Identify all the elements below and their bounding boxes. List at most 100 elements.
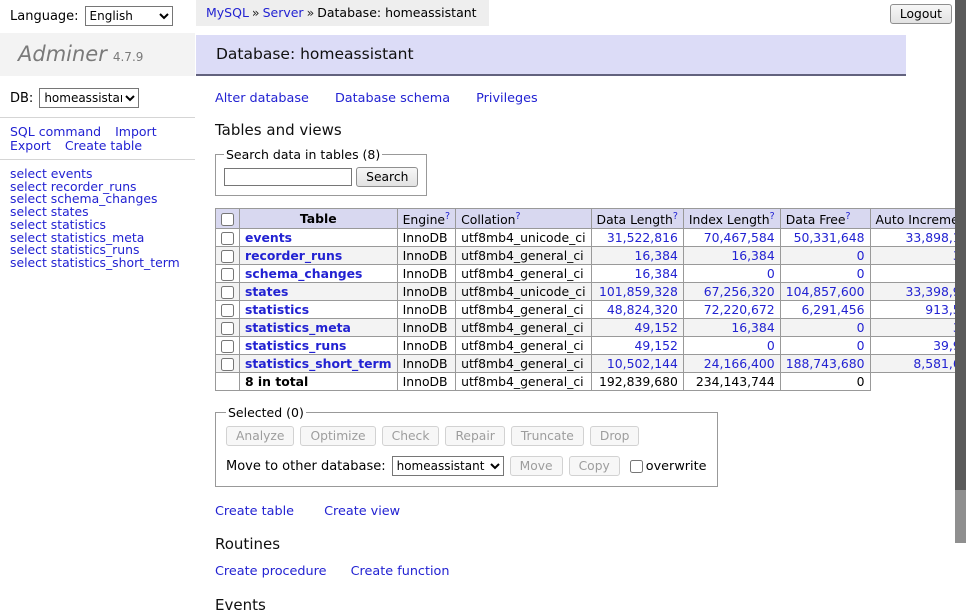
table-row: events InnoDB utf8mb4_unicode_ci 31,522,… bbox=[216, 229, 966, 247]
check-button[interactable]: Check bbox=[382, 426, 440, 446]
routine-links: Create procedure Create function bbox=[215, 564, 906, 579]
breadcrumb-mysql-link[interactable]: MySQL bbox=[206, 5, 249, 20]
cell-data-length[interactable]: 31,522,816 bbox=[591, 229, 683, 247]
help-link-icon[interactable]: ? bbox=[516, 211, 521, 222]
cell-index-length[interactable]: 16,384 bbox=[683, 319, 780, 337]
create-view-link[interactable]: Create view bbox=[324, 504, 400, 519]
truncate-button[interactable]: Truncate bbox=[511, 426, 584, 446]
alter-database-link[interactable]: Alter database bbox=[215, 91, 309, 106]
cell-engine: InnoDB bbox=[397, 229, 456, 247]
cell-auto-increment[interactable]: 913,577 bbox=[870, 301, 966, 319]
cell-index-length[interactable]: 0 bbox=[683, 265, 780, 283]
search-input[interactable] bbox=[224, 168, 352, 186]
logout-button[interactable]: Logout bbox=[890, 4, 952, 24]
cell-collation: utf8mb4_general_ci bbox=[456, 319, 591, 337]
breadcrumb-server-link[interactable]: Server bbox=[263, 5, 304, 20]
move-database-select[interactable]: homeassistant bbox=[392, 456, 504, 476]
cell-data-length[interactable]: 49,152 bbox=[591, 337, 683, 355]
cell-auto-increment[interactable]: 33,398,984 bbox=[870, 283, 966, 301]
cell-collation: utf8mb4_general_ci bbox=[456, 337, 591, 355]
table-link[interactable]: recorder_runs bbox=[245, 248, 342, 263]
move-button[interactable]: Move bbox=[510, 456, 563, 476]
selected-buttons-row: Analyze Optimize Check Repair Truncate D… bbox=[226, 426, 707, 446]
cell-index-length[interactable]: 72,220,672 bbox=[683, 301, 780, 319]
import-link[interactable]: Import bbox=[115, 124, 157, 139]
cell-data-length[interactable]: 16,384 bbox=[591, 247, 683, 265]
cell-auto-increment[interactable]: 33,898,196 bbox=[870, 229, 966, 247]
cell-data-free[interactable]: 0 bbox=[780, 247, 870, 265]
cell-index-length[interactable]: 0 bbox=[683, 337, 780, 355]
table-link[interactable]: statistics_short_term bbox=[245, 356, 392, 371]
create-table-link-sidebar[interactable]: Create table bbox=[65, 138, 142, 153]
row-checkbox[interactable] bbox=[221, 250, 234, 263]
cell-index-length[interactable]: 16,384 bbox=[683, 247, 780, 265]
cell-data-free[interactable]: 50,331,648 bbox=[780, 229, 870, 247]
cell-data-free[interactable]: 0 bbox=[780, 265, 870, 283]
create-procedure-link[interactable]: Create procedure bbox=[215, 564, 327, 579]
cell-auto-increment[interactable]: 378 bbox=[870, 247, 966, 265]
table-link[interactable]: statistics bbox=[245, 302, 309, 317]
row-checkbox[interactable] bbox=[221, 322, 234, 335]
row-checkbox[interactable] bbox=[221, 358, 234, 371]
sidebar-item-select-statistics-short-term[interactable]: select statistics_short_term bbox=[10, 255, 180, 270]
repair-button[interactable]: Repair bbox=[445, 426, 504, 446]
sql-command-link[interactable]: SQL command bbox=[10, 124, 101, 139]
create-function-link[interactable]: Create function bbox=[351, 564, 450, 579]
scrollbar-thumb[interactable] bbox=[955, 0, 966, 490]
row-checkbox[interactable] bbox=[221, 232, 234, 245]
create-links: Create table Create view bbox=[215, 504, 906, 519]
cell-auto-increment[interactable]: 6 bbox=[870, 265, 966, 283]
select-all-checkbox[interactable] bbox=[221, 213, 234, 226]
breadcrumb-separator: » bbox=[252, 5, 260, 20]
row-checkbox[interactable] bbox=[221, 340, 234, 353]
cell-data-free[interactable]: 0 bbox=[780, 337, 870, 355]
export-link[interactable]: Export bbox=[10, 138, 51, 153]
optimize-button[interactable]: Optimize bbox=[300, 426, 375, 446]
search-button[interactable]: Search bbox=[356, 167, 418, 187]
analyze-button[interactable]: Analyze bbox=[226, 426, 294, 446]
table-link[interactable]: statistics_meta bbox=[245, 320, 351, 335]
cell-data-free[interactable]: 104,857,600 bbox=[780, 283, 870, 301]
table-link[interactable]: schema_changes bbox=[245, 266, 362, 281]
table-link[interactable]: states bbox=[245, 284, 288, 299]
row-checkbox[interactable] bbox=[221, 286, 234, 299]
table-link[interactable]: statistics_runs bbox=[245, 338, 346, 353]
copy-button[interactable]: Copy bbox=[569, 456, 620, 476]
cell-data-length[interactable]: 101,859,328 bbox=[591, 283, 683, 301]
cell-data-free[interactable]: 0 bbox=[780, 319, 870, 337]
cell-data-length[interactable]: 48,824,320 bbox=[591, 301, 683, 319]
vertical-scrollbar[interactable] bbox=[955, 0, 966, 543]
privileges-link[interactable]: Privileges bbox=[476, 91, 538, 106]
table-link[interactable]: events bbox=[245, 230, 292, 245]
create-table-link[interactable]: Create table bbox=[215, 504, 294, 519]
cell-data-free[interactable]: 188,743,680 bbox=[780, 355, 870, 373]
overwrite-checkbox[interactable] bbox=[630, 460, 643, 473]
cell-auto-increment[interactable]: 39,999 bbox=[870, 337, 966, 355]
table-row: schema_changes InnoDB utf8mb4_general_ci… bbox=[216, 265, 966, 283]
app-version: 4.7.9 bbox=[113, 50, 144, 64]
breadcrumb-current: Database: homeassistant bbox=[317, 5, 476, 20]
cell-index-length[interactable]: 24,166,400 bbox=[683, 355, 780, 373]
app-name: Adminer bbox=[18, 42, 107, 66]
drop-button[interactable]: Drop bbox=[590, 426, 640, 446]
help-link-icon[interactable]: ? bbox=[846, 211, 851, 222]
cell-engine: InnoDB bbox=[397, 283, 456, 301]
language-select[interactable]: English bbox=[85, 6, 173, 26]
cell-auto-increment[interactable]: 8,581,645 bbox=[870, 355, 966, 373]
cell-data-length[interactable]: 49,152 bbox=[591, 319, 683, 337]
cell-index-length[interactable]: 67,256,320 bbox=[683, 283, 780, 301]
help-link-icon[interactable]: ? bbox=[445, 211, 450, 222]
cell-data-length[interactable]: 16,384 bbox=[591, 265, 683, 283]
search-fieldset: Search data in tables (8) Search bbox=[215, 147, 427, 196]
db-select[interactable]: homeassistant bbox=[39, 88, 139, 108]
row-checkbox[interactable] bbox=[221, 304, 234, 317]
help-link-icon[interactable]: ? bbox=[770, 211, 775, 222]
help-link-icon[interactable]: ? bbox=[673, 211, 678, 222]
main-content: MySQL»Server»Database: homeassistant Dat… bbox=[196, 0, 906, 614]
database-schema-link[interactable]: Database schema bbox=[335, 91, 450, 106]
cell-auto-increment[interactable]: 325 bbox=[870, 319, 966, 337]
cell-data-length[interactable]: 10,502,144 bbox=[591, 355, 683, 373]
cell-data-free[interactable]: 6,291,456 bbox=[780, 301, 870, 319]
cell-index-length[interactable]: 70,467,584 bbox=[683, 229, 780, 247]
row-checkbox[interactable] bbox=[221, 268, 234, 281]
